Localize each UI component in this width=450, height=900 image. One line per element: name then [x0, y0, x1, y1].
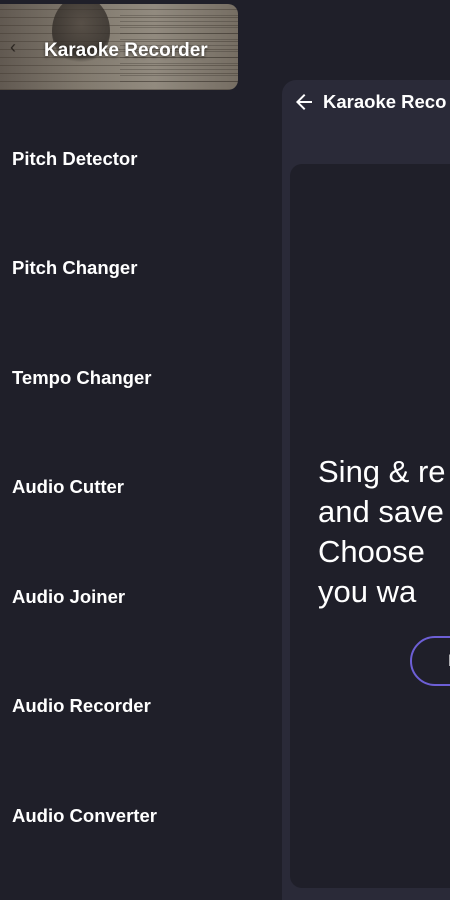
drawer-title: Karaoke Recorder: [44, 40, 208, 61]
drawer-header[interactable]: ‹ Karaoke Recorder: [0, 4, 238, 90]
menu-item-pitch-detector[interactable]: Pitch Detector: [0, 104, 240, 214]
app-screen: Karaoke Reco Sing & re and save Choose y…: [0, 0, 450, 900]
drawer-menu: Pitch Detector Pitch Changer Tempo Chang…: [0, 104, 240, 871]
message-line: Sing & re: [318, 454, 446, 489]
navigation-drawer: ‹ Karaoke Recorder Pitch Detector Pitch …: [0, 0, 240, 900]
app-toolbar: Karaoke Reco: [282, 80, 450, 124]
message-line: Choose: [318, 534, 425, 569]
chevron-left-icon: ‹: [10, 37, 16, 57]
message-line: and save: [318, 494, 444, 529]
menu-item-audio-converter[interactable]: Audio Converter: [0, 761, 240, 871]
menu-item-audio-recorder[interactable]: Audio Recorder: [0, 652, 240, 762]
browse-button[interactable]: B: [410, 636, 450, 686]
message-line: you wa: [318, 574, 417, 609]
page-title: Karaoke Reco: [323, 91, 447, 112]
menu-item-tempo-changer[interactable]: Tempo Changer: [0, 323, 240, 433]
content-card: Sing & re and save Choose you wa B: [290, 164, 450, 888]
menu-item-audio-cutter[interactable]: Audio Cutter: [0, 433, 240, 543]
menu-item-audio-joiner[interactable]: Audio Joiner: [0, 542, 240, 652]
arrow-left-icon[interactable]: [292, 90, 316, 114]
menu-item-pitch-changer[interactable]: Pitch Changer: [0, 214, 240, 324]
empty-state-message: Sing & re and save Choose you wa: [318, 452, 450, 612]
karaoke-recorder-page: Karaoke Reco Sing & re and save Choose y…: [282, 80, 450, 900]
